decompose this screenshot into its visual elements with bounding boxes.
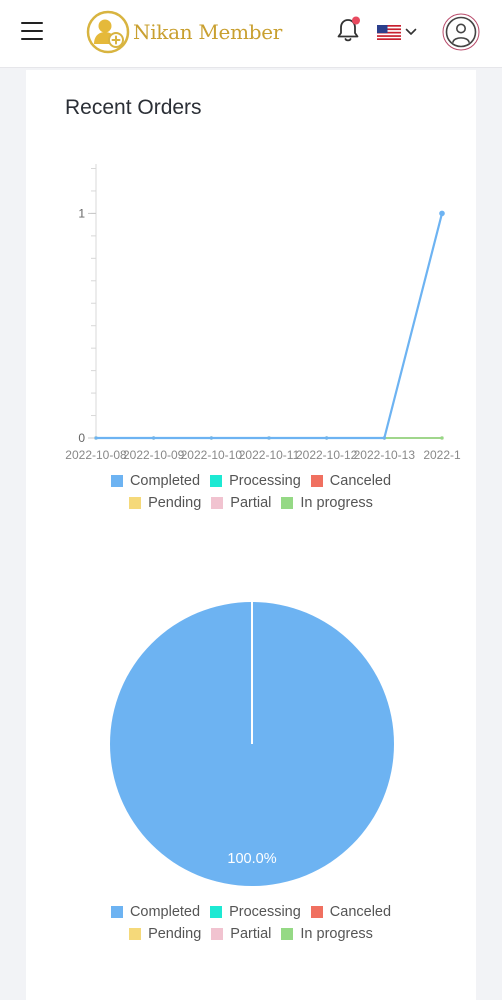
line-chart: 012022-10-082022-10-092022-10-102022-10-… [65,164,461,462]
legend-item-completed[interactable]: Completed [110,904,201,920]
x-tick-label: 2022-10-12 [296,448,358,462]
legend-label: Processing [229,473,301,489]
legend-label: Canceled [329,904,392,920]
legend-label: Completed [129,473,201,489]
legend-swatch [210,906,223,918]
line-chart-legend: Completed Processing Canceled Pending Pa… [26,470,476,514]
legend-item-in-progress[interactable]: In progress [281,495,373,511]
legend-item-pending[interactable]: Pending [129,926,201,942]
legend-label: Pending [148,495,202,511]
legend-row: Pending Partial In progress [26,492,476,514]
legend-label: Processing [229,904,301,920]
pie-slice-label: 100.0% [227,851,276,867]
legend-label: Completed [129,904,201,920]
x-tick-label: 2022-10-10 [181,448,243,462]
x-tick-label: 2022-1 [423,448,461,462]
pie-chart: 100.0% [110,602,394,886]
data-point [439,210,445,217]
legend-swatch [211,928,224,940]
recent-orders-card: Recent Orders 0 1 2022-10-08 2022-10-09 2022… [26,70,476,1000]
legend-swatch [281,497,294,509]
x-tick-label: 2022-10-11 [239,448,300,462]
x-tick-label: 2022-10-09 [123,448,185,462]
legend-label: Partial [230,495,272,511]
legend-row: Completed Processing Canceled [26,470,476,492]
charts-canvas: 012022-10-082022-10-092022-10-102022-10-… [65,164,461,886]
chevron-down-icon[interactable] [405,27,417,37]
legend-swatch [310,906,323,918]
legend-swatch [211,497,224,509]
notification-dot [352,16,360,25]
legend-item-completed[interactable]: Completed [110,473,201,489]
legend-swatch [110,906,123,918]
x-tick-label: 2022-10-13 [354,448,416,462]
us-flag-icon[interactable] [377,25,401,40]
y-tick-label: 0 [78,431,85,445]
data-point [267,436,271,440]
legend-label: In progress [300,495,373,511]
legend-row: Pending Partial In progress [26,923,476,945]
data-point [382,436,386,440]
data-point [325,436,329,440]
pie-chart-legend: Completed Processing Canceled Pending Pa… [26,901,476,945]
legend-row: Completed Processing Canceled [26,901,476,923]
bell-icon[interactable] [335,16,361,44]
legend-item-processing[interactable]: Processing [210,473,301,489]
legend-swatch [310,475,323,487]
legend-swatch [281,928,294,940]
brand-name: Nikan Member [133,20,283,44]
legend-swatch [129,497,142,509]
legend-item-canceled[interactable]: Canceled [310,904,392,920]
user-avatar-icon[interactable] [442,13,480,51]
legend-swatch [110,475,123,487]
legend-label: Partial [230,926,272,942]
menu-icon[interactable] [21,22,43,40]
legend-item-pending[interactable]: Pending [129,495,201,511]
legend-item-partial[interactable]: Partial [211,926,271,942]
legend-swatch [129,928,142,940]
legend-label: In progress [300,926,373,942]
logo-mark-icon [86,10,130,54]
x-tick-label: 2022-10-08 [65,448,127,462]
legend-item-in-progress[interactable]: In progress [281,926,373,942]
legend-label: Pending [148,926,202,942]
data-point [440,436,444,440]
brand-logo[interactable]: Nikan Member [86,9,282,55]
legend-swatch [210,475,223,487]
top-navbar: Nikan Member [0,0,502,68]
legend-label: Canceled [329,473,392,489]
legend-item-processing[interactable]: Processing [210,904,301,920]
legend-item-partial[interactable]: Partial [211,495,271,511]
data-point [209,436,213,440]
series-line-completed [96,213,444,440]
data-point [94,436,98,440]
y-tick-label: 1 [78,206,85,220]
legend-item-canceled[interactable]: Canceled [310,473,392,489]
data-point [152,436,156,440]
